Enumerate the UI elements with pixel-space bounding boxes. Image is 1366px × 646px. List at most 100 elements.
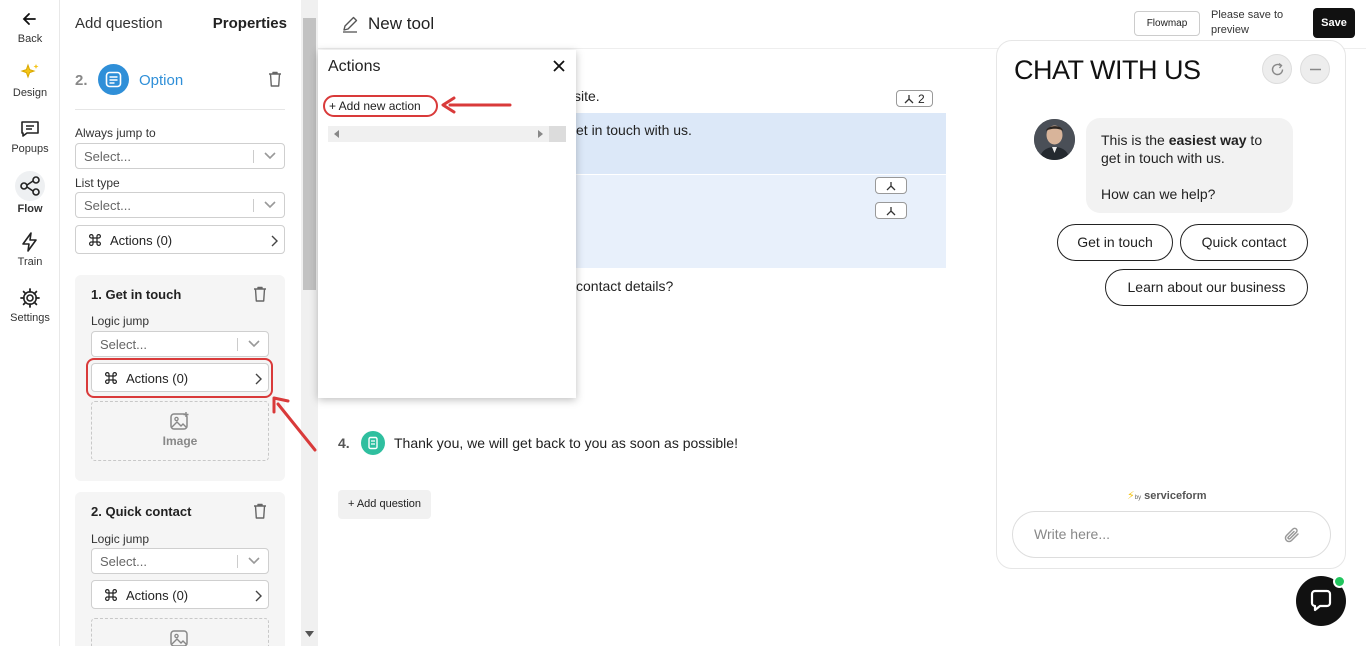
tool-title[interactable]: New tool: [368, 14, 434, 34]
chevron-down-icon: [264, 152, 276, 160]
branch-count: 2: [918, 92, 925, 106]
delete-option-icon[interactable]: [251, 285, 269, 303]
logic-jump-label: Logic jump: [91, 314, 150, 328]
back-label: Back: [17, 33, 43, 45]
annotation-arrow: [441, 96, 512, 114]
minimize-button[interactable]: [1300, 54, 1330, 84]
share-nodes-icon: [20, 176, 40, 196]
select-separator: [237, 338, 238, 351]
question-number: 4.: [338, 435, 350, 451]
option-title: 1. Get in touch: [91, 287, 182, 302]
rail-label: Design: [12, 87, 48, 99]
question-text[interactable]: Thank you, we will get back to you as so…: [394, 435, 738, 451]
scroll-left-arrow-icon[interactable]: [334, 130, 339, 138]
delete-option-icon[interactable]: [251, 502, 269, 520]
logic-jump-select[interactable]: Select...: [91, 548, 269, 574]
branch-badge[interactable]: [875, 177, 907, 194]
question-text-tail: contact details?: [576, 278, 674, 294]
gear-icon: [20, 288, 40, 308]
close-icon[interactable]: [552, 59, 566, 73]
chevron-right-icon: [255, 590, 262, 602]
logic-jump-select[interactable]: Select...: [91, 331, 269, 357]
chevron-down-icon: [248, 340, 260, 348]
option-type-icon: [98, 64, 129, 95]
quick-reply-quick-contact[interactable]: Quick contact: [1180, 224, 1308, 261]
rail-item-train[interactable]: Train: [0, 231, 60, 268]
quick-reply-learn-business[interactable]: Learn about our business: [1105, 269, 1308, 306]
scrollbar-thumb[interactable]: [303, 18, 316, 290]
message-emphasis: easiest way: [1168, 132, 1247, 148]
branch-icon: [886, 207, 896, 216]
branch-count-badge[interactable]: 2: [896, 90, 933, 107]
message-text: This is the: [1101, 132, 1169, 148]
option-actions-button[interactable]: Actions (0): [91, 580, 269, 609]
chat-box-icon: [21, 121, 39, 137]
question-type-label: Option: [139, 72, 184, 89]
message-type-icon: [361, 431, 385, 455]
rail-item-settings[interactable]: Settings: [0, 287, 60, 324]
select-placeholder: Select...: [100, 337, 147, 352]
branch-icon: [904, 95, 914, 104]
message-text: How can we help?: [1101, 186, 1216, 202]
option-card-quick-contact: 2. Quick contact Logic jump Select... Ac…: [75, 492, 285, 646]
highlight-ring: [323, 95, 438, 117]
online-status-dot: [1333, 575, 1346, 588]
chat-input[interactable]: Write here...: [1012, 511, 1331, 558]
arrow-left-icon: [22, 13, 36, 25]
panel-scrollbar[interactable]: [301, 0, 318, 646]
image-upload[interactable]: [91, 618, 269, 646]
rail-item-design[interactable]: Design: [0, 62, 60, 99]
option-card-get-in-touch: 1. Get in touch Logic jump Select... Act…: [75, 275, 285, 481]
rail-label: Train: [17, 256, 43, 268]
tab-properties[interactable]: Properties: [213, 15, 287, 32]
logic-jump-label: Logic jump: [91, 532, 150, 546]
tab-add-question[interactable]: Add question: [75, 15, 163, 32]
actions-label: Actions (0): [126, 588, 189, 603]
refresh-button[interactable]: [1262, 54, 1292, 84]
chevron-down-icon: [264, 201, 276, 209]
rail-item-flow[interactable]: Flow: [0, 171, 60, 215]
minus-icon: [1310, 68, 1321, 71]
command-icon: [105, 589, 117, 601]
flowmap-button[interactable]: Flowmap: [1134, 11, 1200, 36]
select-placeholder: Select...: [100, 554, 147, 569]
quick-reply-get-in-touch[interactable]: Get in touch: [1057, 224, 1173, 261]
list-type-select[interactable]: Select...: [75, 192, 285, 218]
back-button[interactable]: Back: [0, 8, 60, 45]
always-jump-select[interactable]: Select...: [75, 143, 285, 169]
popup-title: Actions: [328, 58, 381, 75]
properties-panel: Add question Properties 2. Option Always…: [60, 0, 301, 646]
brand-name: serviceform: [1144, 490, 1207, 502]
rail-label: Settings: [10, 312, 50, 324]
delete-question-icon[interactable]: [266, 70, 284, 88]
refresh-icon: [1271, 62, 1284, 76]
save-hint: Please save to preview: [1211, 9, 1284, 36]
select-separator: [237, 555, 238, 568]
rail-item-popups[interactable]: Popups: [0, 118, 60, 155]
option-text-tail: et in touch with us.: [576, 122, 692, 138]
left-rail: Back Design Popups Flow Train Settings: [0, 0, 60, 646]
pencil-icon[interactable]: [341, 15, 359, 33]
image-upload-icon: [170, 412, 189, 430]
chevron-right-icon: [271, 235, 278, 247]
bolt-logo-icon: ⚡: [1127, 490, 1135, 502]
select-separator: [253, 199, 254, 212]
add-question-button[interactable]: + Add question: [338, 490, 431, 519]
question-actions-button[interactable]: Actions (0): [75, 225, 285, 254]
agent-avatar: [1034, 119, 1075, 160]
branch-badge[interactable]: [875, 202, 907, 219]
image-upload[interactable]: Image: [91, 401, 269, 461]
save-button[interactable]: Save: [1313, 8, 1355, 38]
question-number: 2.: [75, 72, 88, 89]
paperclip-icon[interactable]: [1283, 525, 1301, 545]
horizontal-scrollbar[interactable]: [328, 126, 566, 142]
rail-label: Popups: [11, 143, 49, 155]
active-indicator: [15, 171, 45, 201]
scroll-down-arrow-icon[interactable]: [305, 631, 314, 638]
sparkles-icon: [20, 63, 39, 79]
scroll-right-arrow-icon[interactable]: [538, 130, 543, 138]
image-label: Image: [162, 434, 198, 448]
divider: [75, 109, 285, 110]
chat-bubble-icon: [1310, 589, 1332, 612]
chevron-down-icon: [248, 557, 260, 565]
